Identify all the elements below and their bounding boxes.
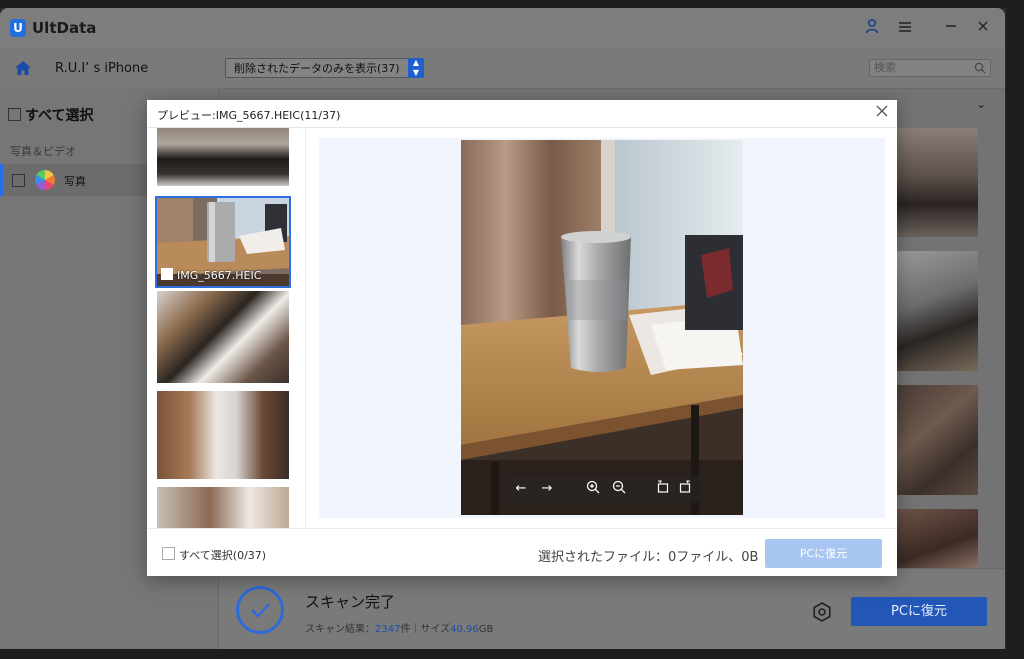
grid-thumbnail[interactable] [897, 251, 978, 371]
desktop-taskbar [0, 649, 1024, 659]
desktop-background-right [1006, 0, 1024, 659]
account-icon[interactable] [862, 18, 882, 38]
scan-status-bar: スキャン完了 スキャン結果：2347件｜サイズ40.96GB PCに復元 [219, 568, 1005, 649]
preview-thumbnail-selected[interactable]: IMG_5667.HEIC [155, 196, 291, 288]
rotate-right-icon[interactable] [673, 475, 697, 503]
preview-select-all-label: すべて選択(0/37) [179, 549, 267, 562]
select-all-label: すべて選択 [25, 108, 94, 124]
device-bar: R.U.I’ s iPhone [0, 48, 218, 89]
scan-size-value: 40.96 [450, 624, 479, 635]
scan-size-prefix: ｜サイズ [410, 624, 451, 635]
sidebar-item-label: 写真 [64, 175, 86, 188]
device-name: R.U.I’ s iPhone [55, 61, 149, 76]
restore-to-pc-button[interactable]: PCに復元 [851, 597, 987, 626]
photos-icon [35, 170, 55, 190]
search-input[interactable]: 検索 [869, 59, 991, 77]
preview-thumbnail[interactable] [157, 487, 289, 528]
settings-gear-icon[interactable] [811, 601, 833, 623]
sidebar-category-label: 写真＆ビデオ [10, 145, 76, 158]
preview-image: ← → [461, 140, 743, 515]
filter-dropdown[interactable]: 削除されたデータのみを表示(37) ▲ ▼ [225, 58, 424, 78]
app-logo-icon: U [10, 19, 26, 37]
thumbnail-checkbox[interactable] [161, 268, 173, 280]
app-title: UltData [32, 19, 97, 37]
scan-result-unit: 件 [400, 624, 411, 635]
scan-title: スキャン完了 [305, 593, 396, 611]
home-icon[interactable] [13, 58, 33, 78]
preview-thumbnail[interactable] [157, 128, 289, 186]
select-all-checkbox[interactable] [8, 108, 21, 121]
preview-thumbnail[interactable] [157, 291, 289, 383]
arrow-right-icon[interactable]: → [535, 475, 559, 503]
title-bar: U UltData [0, 8, 1005, 48]
preview-photo-drawing [461, 140, 743, 515]
preview-dialog: プレビュー:IMG_5667.HEIC(11/37) IMG_5667.HEIC [147, 100, 897, 576]
desktop-background-top [0, 0, 1024, 8]
grid-thumbnail[interactable] [897, 385, 978, 495]
main-toolbar: 削除されたデータのみを表示(37) ▲ ▼ 検索 [219, 48, 1005, 89]
preview-dialog-title: プレビュー:IMG_5667.HEIC(11/37) [157, 109, 341, 122]
chevron-updown-icon[interactable]: ▲ ▼ [408, 58, 424, 78]
scan-result-prefix: スキャン結果： [305, 624, 375, 635]
sidebar-select-all[interactable]: すべて選択 [8, 105, 93, 125]
chevron-down-icon[interactable]: ⌄ [976, 97, 986, 111]
scan-result-count: 2347 [375, 624, 401, 635]
preview-dialog-header: プレビュー:IMG_5667.HEIC(11/37) [147, 100, 897, 128]
preview-pane: ← → [319, 138, 885, 518]
zoom-in-icon[interactable] [581, 475, 605, 503]
preview-select-all[interactable]: すべて選択(0/37) [162, 547, 266, 563]
thumbnail-label: IMG_5667.HEIC [161, 268, 261, 282]
grid-thumbnail[interactable] [897, 128, 978, 237]
minimize-icon[interactable] [941, 18, 961, 38]
menu-icon[interactable] [895, 18, 915, 38]
grid-thumbnail[interactable] [897, 509, 978, 569]
preview-dialog-footer: すべて選択(0/37) 選択されたファイル：0ファイル、0B PCに復元 [147, 528, 897, 577]
photos-checkbox[interactable] [12, 174, 25, 187]
scan-result: スキャン結果：2347件｜サイズ40.96GB [305, 620, 493, 635]
preview-thumbnail-list: IMG_5667.HEIC [147, 128, 306, 528]
close-window-icon[interactable] [973, 18, 993, 38]
arrow-left-icon[interactable]: ← [509, 475, 533, 503]
zoom-out-icon[interactable] [607, 475, 631, 503]
preview-thumbnail[interactable] [157, 391, 289, 479]
scan-size-unit: GB [478, 624, 494, 635]
search-icon[interactable] [974, 62, 986, 74]
image-controls: ← → [505, 475, 699, 503]
close-icon[interactable] [876, 105, 888, 120]
selected-files-summary: 選択されたファイル：0ファイル、0B [538, 550, 759, 565]
filter-dropdown-label: 削除されたデータのみを表示(37) [234, 62, 400, 75]
thumbnail-filename: IMG_5667.HEIC [177, 269, 262, 282]
search-placeholder: 検索 [874, 61, 896, 74]
preview-select-all-checkbox[interactable] [162, 547, 175, 560]
scan-complete-icon [236, 586, 284, 634]
preview-restore-button[interactable]: PCに復元 [765, 539, 882, 568]
rotate-left-icon[interactable] [651, 475, 675, 503]
